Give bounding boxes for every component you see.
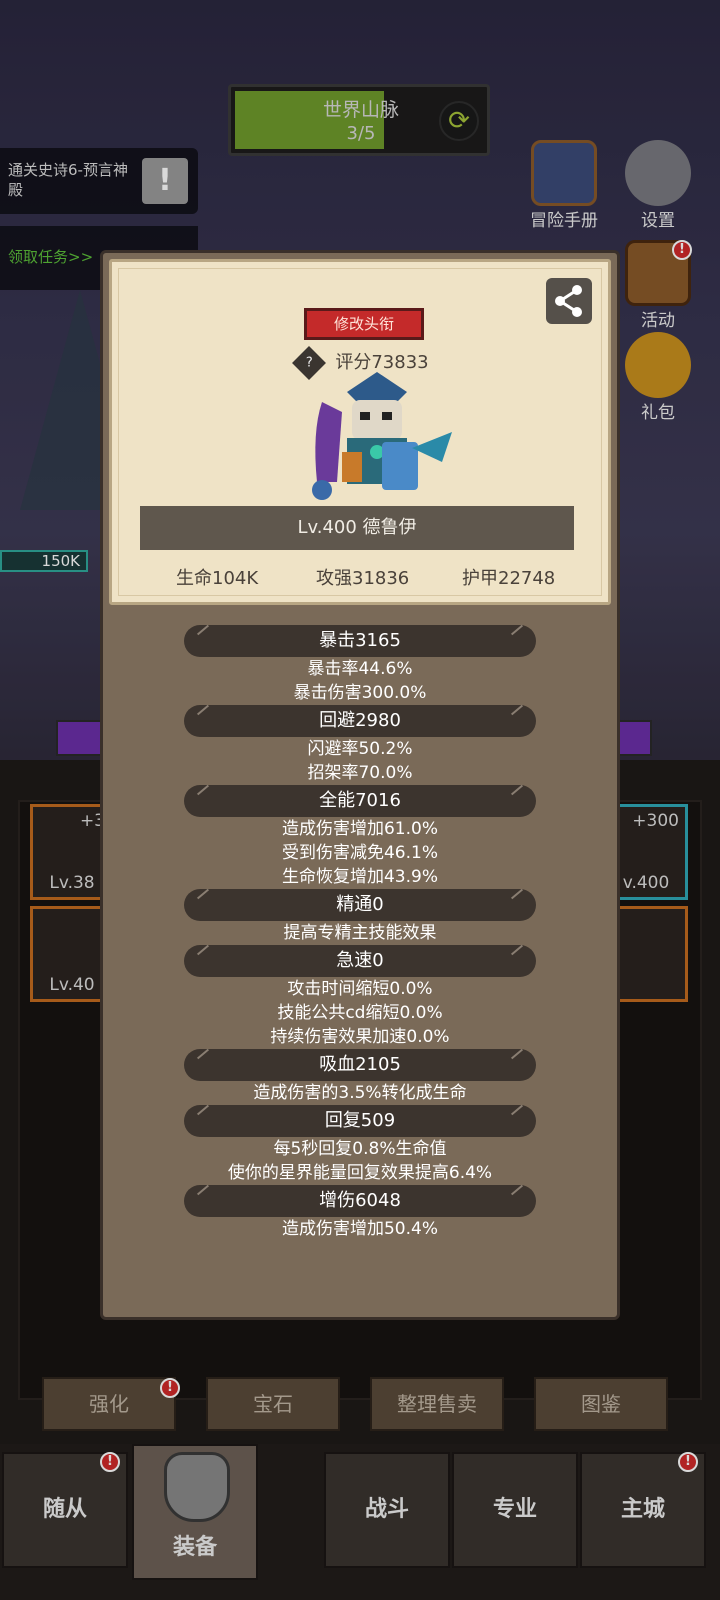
attribute-detail: 受到伤害减免46.1% — [281, 843, 438, 863]
attribute-header: 暴击3165 — [184, 625, 536, 657]
attribute-header: 增伤6048 — [184, 1185, 536, 1217]
hp-stat: 生命104K — [176, 568, 259, 589]
attribute-detail: 提高专精主技能效果 — [283, 923, 437, 943]
score-row: ? 评分73833 — [112, 346, 614, 380]
hero-name-band: Lv.400 德鲁伊 — [140, 506, 574, 550]
hero-stats-modal: 修改头衔 ? 评分73833 Lv.400 德鲁伊 生命104K 攻强31836 … — [100, 250, 620, 1320]
attribute-detail: 暴击率44.6% — [307, 659, 413, 679]
attack-stat: 攻强31836 — [316, 568, 410, 589]
attribute-detail: 攻击时间缩短0.0% — [287, 979, 433, 999]
attribute-detail: 每5秒回复0.8%生命值 — [273, 1139, 447, 1159]
attribute-detail: 造成伤害增加50.4% — [281, 1219, 438, 1239]
hero-card: 修改头衔 ? 评分73833 Lv.400 德鲁伊 生命104K 攻强31836 … — [109, 259, 611, 605]
attribute-detail: 暴击伤害300.0% — [293, 683, 427, 703]
score-text: 评分73833 — [335, 352, 429, 373]
attribute-detail: 使你的星界能量回复效果提高6.4% — [227, 1163, 493, 1183]
attribute-detail: 闪避率50.2% — [307, 739, 413, 759]
hero-portrait — [312, 372, 452, 500]
attribute-detail: 造成伤害增加61.0% — [281, 819, 438, 839]
attribute-header: 吸血2105 — [184, 1049, 536, 1081]
attribute-detail: 持续伤害效果加速0.0% — [270, 1027, 450, 1047]
armor-stat: 护甲22748 — [462, 568, 556, 589]
attribute-detail: 造成伤害的3.5%转化成生命 — [253, 1083, 467, 1103]
attribute-detail: 技能公共cd缩短0.0% — [277, 1003, 443, 1023]
share-icon — [555, 285, 582, 317]
attribute-detail: 招架率70.0% — [307, 763, 413, 783]
attribute-header: 回避2980 — [184, 705, 536, 737]
attribute-header: 全能7016 — [184, 785, 536, 817]
attribute-header: 精通0 — [184, 889, 536, 921]
attribute-header: 回复509 — [184, 1105, 536, 1137]
attribute-list: 暴击3165 暴击率44.6% 暴击伤害300.0% 回避2980 闪避率50.2% 招架… — [103, 625, 617, 1241]
share-button[interactable] — [546, 278, 592, 324]
change-title-button[interactable]: 修改头衔 — [304, 308, 424, 340]
attribute-detail: 生命恢复增加43.9% — [281, 867, 438, 887]
attribute-header: 急速0 — [184, 945, 536, 977]
